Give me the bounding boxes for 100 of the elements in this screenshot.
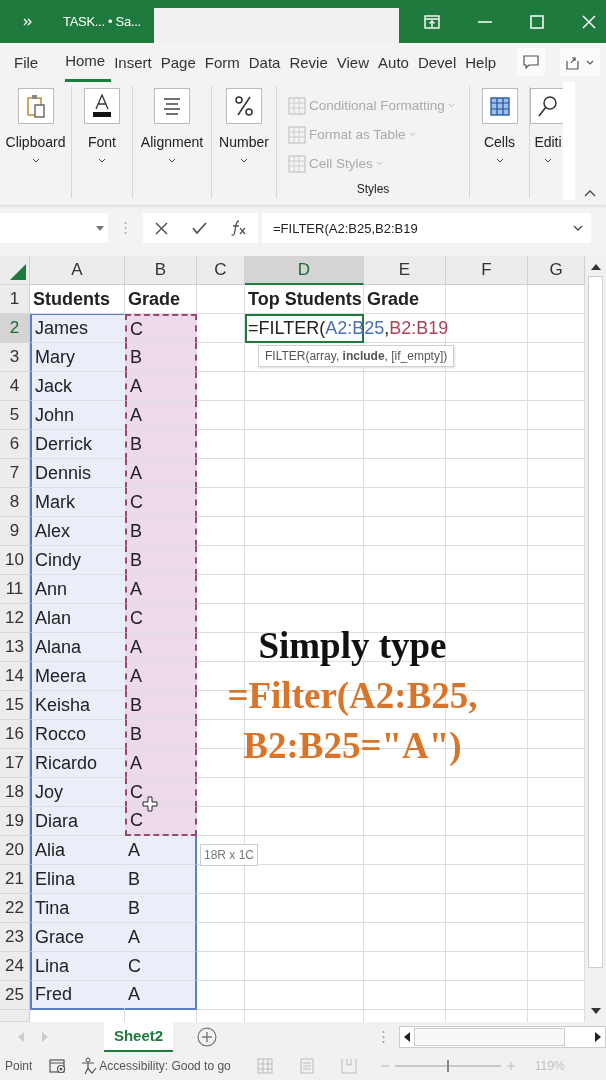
add-sheet-icon[interactable] — [197, 1027, 218, 1047]
row-header[interactable]: 8 — [0, 488, 30, 517]
move-cursor-icon — [142, 796, 158, 812]
ribbon-tab[interactable]: File — [14, 43, 45, 82]
drag-handle-icon[interactable] — [382, 1030, 385, 1044]
ribbon-button[interactable]: Number — [219, 86, 269, 198]
share-button[interactable] — [560, 48, 600, 76]
caret-icon — [31, 158, 40, 163]
row-header[interactable]: 24 — [0, 952, 30, 981]
column-header[interactable]: C — [197, 256, 245, 285]
ribbon-tab[interactable]: Auto — [378, 43, 415, 82]
scroll-thumb[interactable] — [588, 276, 603, 968]
row-header[interactable]: 17 — [0, 749, 30, 778]
row-header[interactable]: 13 — [0, 633, 30, 662]
table-cell: Mark — [30, 488, 125, 517]
drag-handle-icon[interactable] — [124, 221, 127, 235]
table-grid-icon — [288, 96, 306, 115]
font-color-icon — [92, 94, 112, 118]
insert-function-icon[interactable] — [231, 220, 246, 236]
table-cell: Ricardo — [30, 749, 125, 778]
row-header[interactable]: 3 — [0, 343, 30, 372]
scroll-right-icon[interactable] — [595, 1032, 601, 1042]
scroll-thumb[interactable] — [414, 1028, 565, 1046]
maximize-icon[interactable] — [530, 14, 544, 29]
row-header[interactable]: 20 — [0, 836, 30, 865]
ribbon-display-icon[interactable] — [424, 14, 440, 29]
macro-recording-icon[interactable] — [49, 1058, 68, 1074]
row-header[interactable]: 4 — [0, 372, 30, 401]
row-header[interactable]: 5 — [0, 401, 30, 430]
column-header[interactable]: F — [446, 256, 528, 285]
table-cell: A — [125, 749, 197, 778]
row-header[interactable]: 23 — [0, 923, 30, 952]
row-header[interactable]: 10 — [0, 546, 30, 575]
table-cell: Alana — [30, 633, 125, 662]
column-header[interactable]: D — [245, 256, 364, 285]
row-header[interactable]: 22 — [0, 894, 30, 923]
row-header[interactable]: 2 — [0, 314, 30, 343]
ribbon-tab[interactable]: Page — [160, 43, 202, 82]
ribbon-button[interactable]: Font — [84, 86, 120, 198]
row-header[interactable]: 15 — [0, 691, 30, 720]
table-cell: Elina — [30, 865, 125, 894]
row-header[interactable]: 25 — [0, 981, 30, 1010]
enter-checkmark-icon[interactable] — [192, 222, 207, 234]
ribbon-tab[interactable]: View — [336, 43, 376, 82]
row-header[interactable]: 11 — [0, 575, 30, 604]
caption-text: Simply type — [257, 624, 448, 668]
table-cell: Ann — [30, 575, 125, 604]
ribbon-tab[interactable]: Revie — [289, 43, 334, 82]
sheet-tab[interactable]: Sheet2 — [103, 1022, 174, 1052]
horizontal-scrollbar[interactable] — [399, 1026, 606, 1048]
ribbon-button[interactable]: Cells — [481, 86, 518, 198]
row-header[interactable]: 1 — [0, 285, 30, 314]
ribbon-tab[interactable]: Form — [204, 43, 246, 82]
ribbon-tab[interactable]: Insert — [114, 43, 158, 82]
row-header[interactable]: 14 — [0, 662, 30, 691]
accessibility-status[interactable]: Accessibility: Good to go — [99, 1059, 231, 1073]
row-header[interactable]: 18 — [0, 778, 30, 807]
scroll-left-icon[interactable] — [404, 1032, 410, 1042]
table-cell: Keisha — [30, 691, 125, 720]
table-cell: C — [125, 604, 197, 633]
table-cell: C — [125, 778, 197, 807]
caret-icon — [495, 158, 504, 163]
comments-button[interactable] — [517, 48, 545, 76]
caption-text: =Filter(A2:B25, — [226, 674, 479, 718]
column-header[interactable]: B — [125, 256, 197, 285]
cancel-icon[interactable] — [155, 221, 168, 235]
row-header[interactable]: 12 — [0, 604, 30, 633]
table-cell: Dennis — [30, 459, 125, 488]
quick-access-chevron-icon[interactable] — [23, 17, 33, 26]
ribbon-button[interactable]: Alignment — [140, 86, 204, 198]
select-all-button[interactable] — [0, 256, 30, 285]
close-icon[interactable] — [582, 14, 596, 29]
collapse-ribbon-icon[interactable] — [584, 190, 596, 197]
corner-triangle-icon — [9, 263, 27, 281]
ribbon-tab[interactable]: Data — [248, 43, 287, 82]
ribbon-button[interactable]: Clipboard — [5, 86, 66, 198]
row-header[interactable]: 21 — [0, 865, 30, 894]
accessibility-icon[interactable] — [81, 1057, 98, 1075]
row-header[interactable]: 16 — [0, 720, 30, 749]
column-header[interactable]: A — [30, 256, 125, 285]
table-cell: C — [125, 488, 197, 517]
row-header[interactable]: 6 — [0, 430, 30, 459]
row-header[interactable]: 19 — [0, 807, 30, 836]
caret-icon[interactable] — [96, 225, 104, 231]
cells-icon — [488, 95, 511, 117]
column-header[interactable]: E — [364, 256, 446, 285]
formula-input[interactable]: =FILTER(A2:B25,B2:B19 — [262, 213, 591, 243]
row-header[interactable]: 7 — [0, 459, 30, 488]
scroll-down-icon[interactable] — [590, 1008, 601, 1014]
table-cell: C — [125, 314, 197, 343]
column-header[interactable]: G — [528, 256, 585, 285]
search-field[interactable] — [154, 8, 399, 43]
ribbon-tab[interactable]: Help — [465, 43, 503, 82]
minimize-icon[interactable] — [478, 20, 492, 23]
table-cell: Joy — [30, 778, 125, 807]
ribbon-tab[interactable]: Devel — [417, 43, 463, 82]
scroll-up-icon[interactable] — [590, 264, 601, 270]
row-header[interactable]: 9 — [0, 517, 30, 546]
table-cell: B — [125, 430, 197, 459]
expand-icon[interactable] — [573, 225, 583, 231]
